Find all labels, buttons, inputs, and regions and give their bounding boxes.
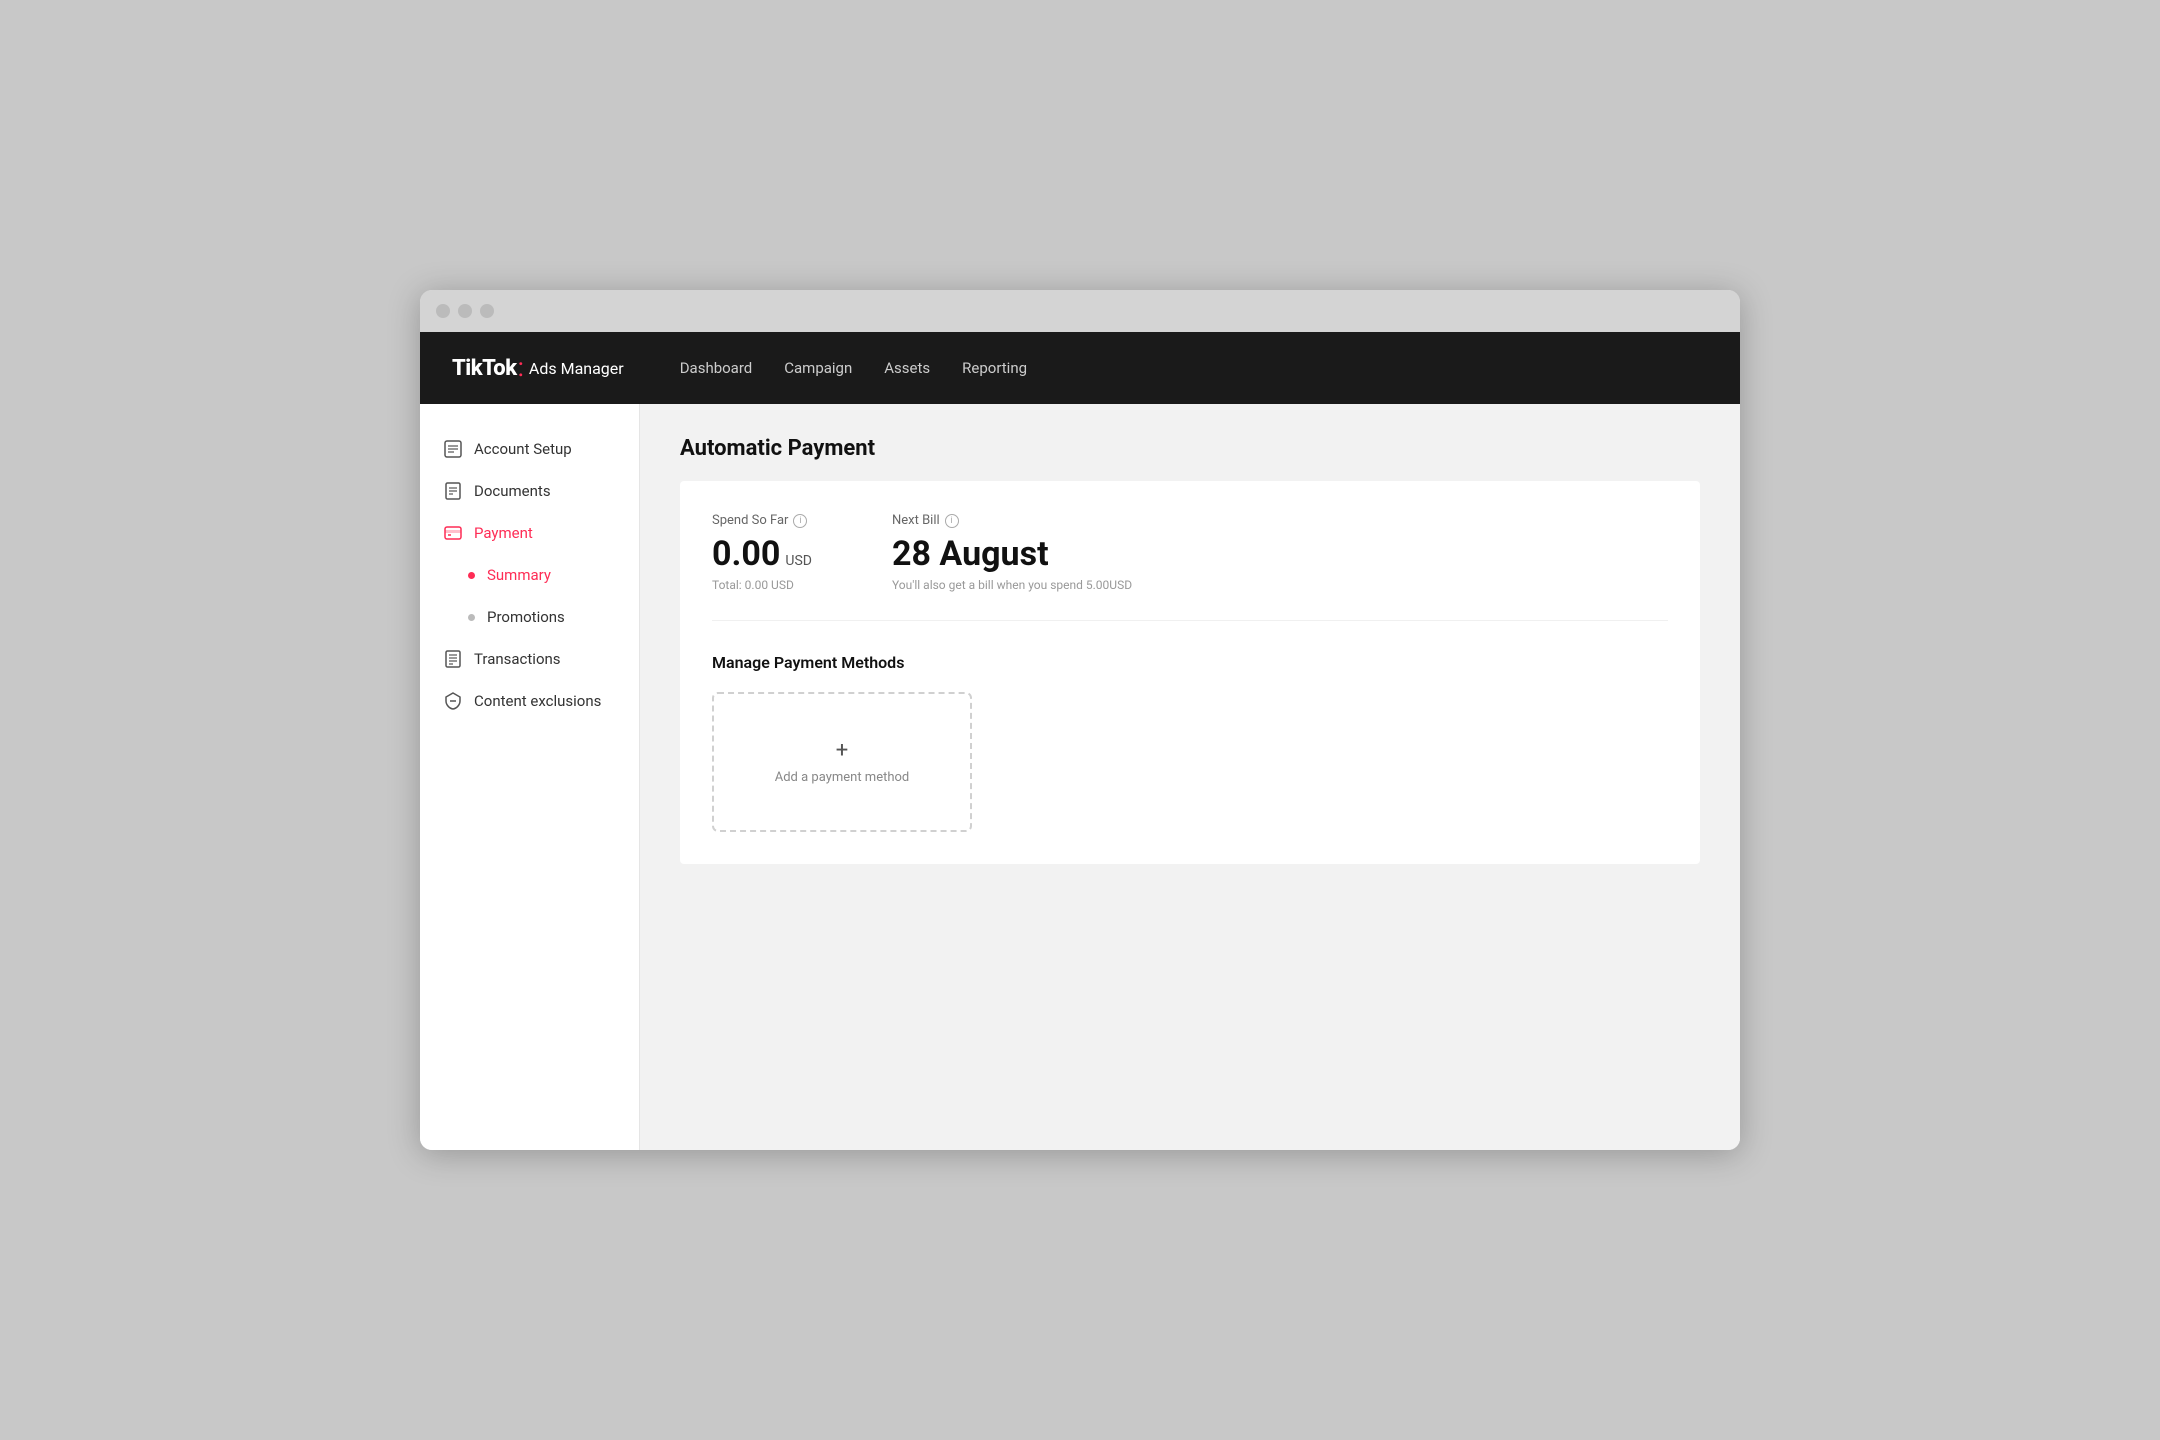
plus-icon: +	[836, 740, 848, 762]
summary-dot	[468, 572, 475, 579]
sidebar: Account Setup Documents	[420, 404, 640, 1150]
logo-subtitle: Ads Manager	[529, 359, 624, 378]
next-bill-label: Next Bill i	[892, 513, 1132, 528]
sidebar-item-promotions[interactable]: Promotions	[420, 596, 639, 638]
sidebar-item-transactions[interactable]: Transactions	[420, 638, 639, 680]
sidebar-item-summary[interactable]: Summary	[420, 554, 639, 596]
payment-card: Spend So Far i 0.00 USD Total: 0.00 USD	[680, 481, 1700, 864]
next-bill-info-icon[interactable]: i	[945, 514, 959, 528]
page-title: Automatic Payment	[680, 436, 1700, 461]
spend-so-far-label: Spend So Far i	[712, 513, 812, 528]
next-bill-note: You'll also get a bill when you spend 5.…	[892, 578, 1132, 592]
nav-assets[interactable]: Assets	[884, 355, 930, 381]
payment-icon	[444, 524, 462, 542]
browser-window: TikTok : Ads Manager Dashboard Campaign …	[420, 290, 1740, 1150]
add-payment-method-button[interactable]: + Add a payment method	[712, 692, 972, 832]
sidebar-label-transactions: Transactions	[474, 650, 561, 668]
sidebar-label-account-setup: Account Setup	[474, 440, 572, 458]
traffic-light-minimize[interactable]	[458, 304, 472, 318]
nav-dashboard[interactable]: Dashboard	[680, 355, 753, 381]
transactions-icon	[444, 650, 462, 668]
spend-currency: USD	[785, 553, 812, 569]
app-shell: TikTok : Ads Manager Dashboard Campaign …	[420, 332, 1740, 1150]
sidebar-label-documents: Documents	[474, 482, 551, 500]
next-bill-date: 28 August	[892, 534, 1132, 574]
sidebar-label-content-exclusions: Content exclusions	[474, 692, 601, 710]
sidebar-label-payment: Payment	[474, 524, 533, 542]
sidebar-label-summary: Summary	[487, 566, 551, 584]
sidebar-item-account-setup[interactable]: Account Setup	[420, 428, 639, 470]
nav-campaign[interactable]: Campaign	[784, 355, 852, 381]
logo-dot: :	[518, 355, 524, 381]
main-content: Automatic Payment Spend So Far i 0.00	[640, 404, 1740, 1150]
main-layout: Account Setup Documents	[420, 404, 1740, 1150]
traffic-light-maximize[interactable]	[480, 304, 494, 318]
manage-payment-section: Manage Payment Methods + Add a payment m…	[712, 653, 1668, 832]
nav-links: Dashboard Campaign Assets Reporting	[680, 355, 1027, 381]
sidebar-label-promotions: Promotions	[487, 608, 565, 626]
next-bill-col: Next Bill i 28 August You'll also get a …	[892, 513, 1132, 592]
spend-so-far-col: Spend So Far i 0.00 USD Total: 0.00 USD	[712, 513, 812, 592]
add-payment-label: Add a payment method	[775, 770, 910, 785]
spend-total: Total: 0.00 USD	[712, 578, 812, 592]
topnav: TikTok : Ads Manager Dashboard Campaign …	[420, 332, 1740, 404]
promotions-dot	[468, 614, 475, 621]
logo-tiktok: TikTok	[452, 356, 517, 381]
billing-row: Spend So Far i 0.00 USD Total: 0.00 USD	[712, 513, 1668, 621]
sidebar-item-payment[interactable]: Payment	[420, 512, 639, 554]
nav-reporting[interactable]: Reporting	[962, 355, 1027, 381]
logo-area: TikTok : Ads Manager	[452, 355, 624, 381]
traffic-light-close[interactable]	[436, 304, 450, 318]
browser-chrome	[420, 290, 1740, 332]
content-exclusions-icon	[444, 692, 462, 710]
sidebar-item-documents[interactable]: Documents	[420, 470, 639, 512]
documents-icon	[444, 482, 462, 500]
manage-payment-title: Manage Payment Methods	[712, 653, 1668, 672]
account-setup-icon	[444, 440, 462, 458]
spend-info-icon[interactable]: i	[793, 514, 807, 528]
sidebar-item-content-exclusions[interactable]: Content exclusions	[420, 680, 639, 722]
spend-amount: 0.00 USD	[712, 534, 812, 574]
